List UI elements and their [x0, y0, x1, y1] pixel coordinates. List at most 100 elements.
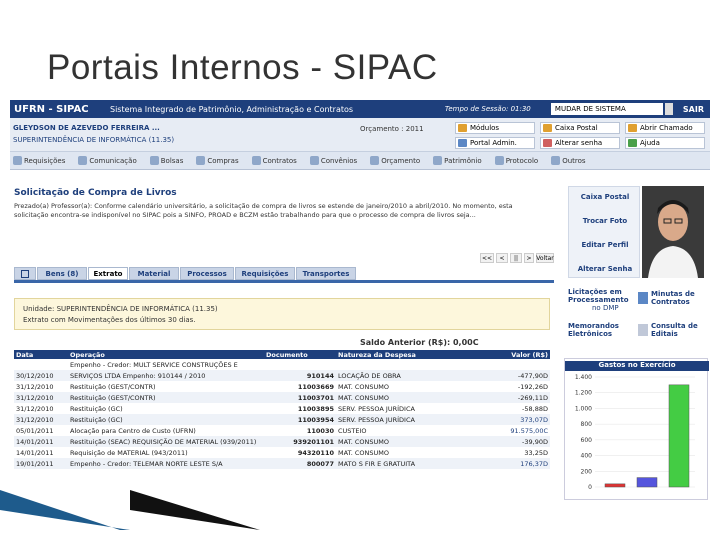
menu-protocolo[interactable]: Protocolo [494, 156, 538, 165]
protocol-icon [494, 156, 504, 165]
main-content: Solicitação de Compra de Livros Prezado(… [10, 170, 555, 500]
y-tick-label: 200 [581, 468, 593, 475]
table-row: 30/12/2010 SERVIÇOS LTDA Empenho: 910144 … [14, 370, 550, 381]
tab-requisicoes[interactable]: Requisições [235, 267, 295, 280]
cart-icon [196, 156, 206, 165]
chart-title: Gastos no Exercício [565, 361, 709, 371]
table-row: 31/12/2010 Restituição (GC) 11003895 SERV. … [16, 404, 548, 413]
mailbox-icon [543, 124, 552, 132]
user-name: GLEYDSON DE AZEVEDO FERREIRA ... [13, 124, 160, 132]
main-menu: Requisições Comunicação Bolsas Compras C… [10, 152, 710, 170]
y-tick-label: 400 [581, 453, 593, 460]
menu-compras[interactable]: Compras [196, 156, 239, 165]
open-ticket-button[interactable]: Abrir Chamado [625, 122, 705, 134]
agreement-icon [309, 156, 319, 165]
spending-chart: Gastos no Exercício 1.400 1.200 1.000 800 60… [564, 358, 709, 500]
table-header-row: Data Operação Documento Natureza da Desp… [14, 350, 550, 359]
y-tick-label: 600 [581, 437, 593, 444]
tab-bens[interactable]: Bens (8) [37, 267, 87, 280]
period-line: Extrato com Movimentações dos últimos 30… [23, 316, 196, 324]
pager-pause-button[interactable]: || [510, 253, 522, 263]
table-row: Empenho - Credor: MULT SERVICE CONSTRUÇÕ… [70, 360, 238, 369]
col-header-operation: Operação [68, 350, 264, 359]
exit-link[interactable]: SAIR [673, 105, 710, 114]
col-header-value: Valor (R$) [456, 350, 550, 359]
requests-icon [13, 156, 22, 165]
col-header-nature: Natureza da Despesa [336, 350, 456, 359]
statement-table: Data Operação Documento Natureza da Desp… [14, 350, 550, 469]
table-row: 31/12/2010 Restituição (GEST/CONTR) 110036… [16, 382, 548, 391]
pager-prev-button[interactable]: < [496, 253, 508, 263]
profile-links: Caixa Postal Trocar Foto Editar Perfil A… [568, 186, 640, 278]
bids-link[interactable]: Licitações em Processamento no DMP [568, 288, 634, 312]
user-unit: SUPERINTENDÊNCIA DE INFORMÁTICA (11.35) [13, 136, 175, 144]
bid-notices-link[interactable]: Consulta de Editais [638, 322, 701, 338]
modules-button[interactable]: Módulos [455, 122, 535, 134]
procurement-links: Licitações em Processamento no DMP Minuta… [568, 288, 704, 350]
menu-contratos[interactable]: Contratos [251, 156, 297, 165]
system-logo[interactable]: UFRN - SIPAC [10, 104, 110, 115]
table-row: 14/01/2011 Restituição (SEAC) REQUISIÇÃO … [14, 436, 550, 447]
change-photo-link[interactable]: Trocar Foto [569, 217, 641, 225]
slide-footer-decoration [0, 490, 720, 540]
menu-convenios[interactable]: Convênios [309, 156, 357, 165]
menu-bolsas[interactable]: Bolsas [149, 156, 183, 165]
menu-outros[interactable]: Outros [551, 156, 586, 165]
table-row: 31/12/2010 Restituição (GC) 11003954 SERV. … [14, 414, 550, 425]
pager-first-button[interactable]: << [480, 253, 494, 263]
mailbox-button[interactable]: Caixa Postal [540, 122, 620, 134]
col-header-date: Data [14, 350, 68, 359]
user-photo [642, 186, 704, 278]
tab-bar: Bens (8) Extrato Material Processos Requ… [14, 267, 554, 283]
memos-link[interactable]: Memorandos Eletrônicos [568, 322, 634, 338]
session-timer: Tempo de Sessão: 01:30 [444, 105, 531, 113]
unit-line: Unidade: SUPERINTENDÊNCIA DE INFORMÁTICA… [23, 305, 218, 313]
user-info-bar: GLEYDSON DE AZEVEDO FERREIRA ... SUPERIN… [10, 118, 710, 152]
ticket-icon [628, 124, 637, 132]
notice-text: Prezado(a) Professor(a): Conforme calend… [14, 202, 513, 219]
menu-requisicoes[interactable]: Requisições [13, 156, 65, 165]
y-tick-label: 1.400 [575, 374, 592, 381]
change-password-link[interactable]: Alterar Senha [569, 265, 641, 273]
notice-title: Solicitação de Compra de Livros [14, 188, 177, 198]
table-row: 05/01/2011 Alocação para Centro de Custo … [16, 426, 548, 435]
pencil-icon [21, 269, 29, 278]
slide-corner-shape [0, 490, 720, 540]
chart-bar [604, 483, 626, 488]
menu-patrimonio[interactable]: Patrimônio [433, 156, 482, 165]
menu-comunicacao[interactable]: Comunicação [78, 156, 137, 165]
budget-icon [370, 156, 380, 165]
top-bar: UFRN - SIPAC Sistema Integrado de Patrim… [10, 100, 710, 118]
table-row: 14/01/2011 Requisição de MATERIAL (943/20… [16, 448, 548, 457]
admin-icon [458, 139, 467, 147]
tab-edit-icon[interactable] [14, 267, 36, 280]
chevron-down-icon[interactable] [664, 103, 673, 115]
chart-bar [668, 384, 690, 488]
tab-transportes[interactable]: Transportes [296, 267, 356, 280]
change-password-button[interactable]: Alterar senha [540, 137, 620, 149]
help-button[interactable]: Ajuda [625, 137, 705, 149]
scholarship-icon [149, 156, 159, 165]
tab-material[interactable]: Material [129, 267, 179, 280]
budget-year: Orçamento : 2011 [360, 125, 424, 133]
contract-drafts-link[interactable]: Minutas de Contratos [638, 290, 701, 306]
more-icon [551, 156, 561, 165]
notice-panel: Solicitação de Compra de Livros Prezado(… [10, 180, 555, 263]
edit-profile-link[interactable]: Editar Perfil [569, 241, 641, 249]
system-select[interactable]: MUDAR DE SISTEMA [550, 103, 663, 115]
pager-back-button[interactable]: Voltar [536, 253, 554, 263]
mailbox-link[interactable]: Caixa Postal [569, 193, 641, 201]
modules-icon [458, 124, 467, 132]
admin-portal-button[interactable]: Portal Admin. [455, 137, 535, 149]
communication-icon [78, 156, 88, 165]
assets-icon [433, 156, 443, 165]
menu-orcamento[interactable]: Orçamento [370, 156, 420, 165]
sipac-screenshot: UFRN - SIPAC Sistema Integrado de Patrim… [10, 100, 710, 500]
slide-title: Portais Internos - SIPAC [47, 48, 438, 87]
tab-processos[interactable]: Processos [180, 267, 234, 280]
system-name: Sistema Integrado de Patrimônio, Adminis… [110, 104, 354, 114]
avatar [642, 186, 704, 278]
pager-next-button[interactable]: > [524, 253, 534, 263]
tab-extrato[interactable]: Extrato [88, 267, 128, 280]
y-tick-label: 1.200 [575, 390, 592, 397]
